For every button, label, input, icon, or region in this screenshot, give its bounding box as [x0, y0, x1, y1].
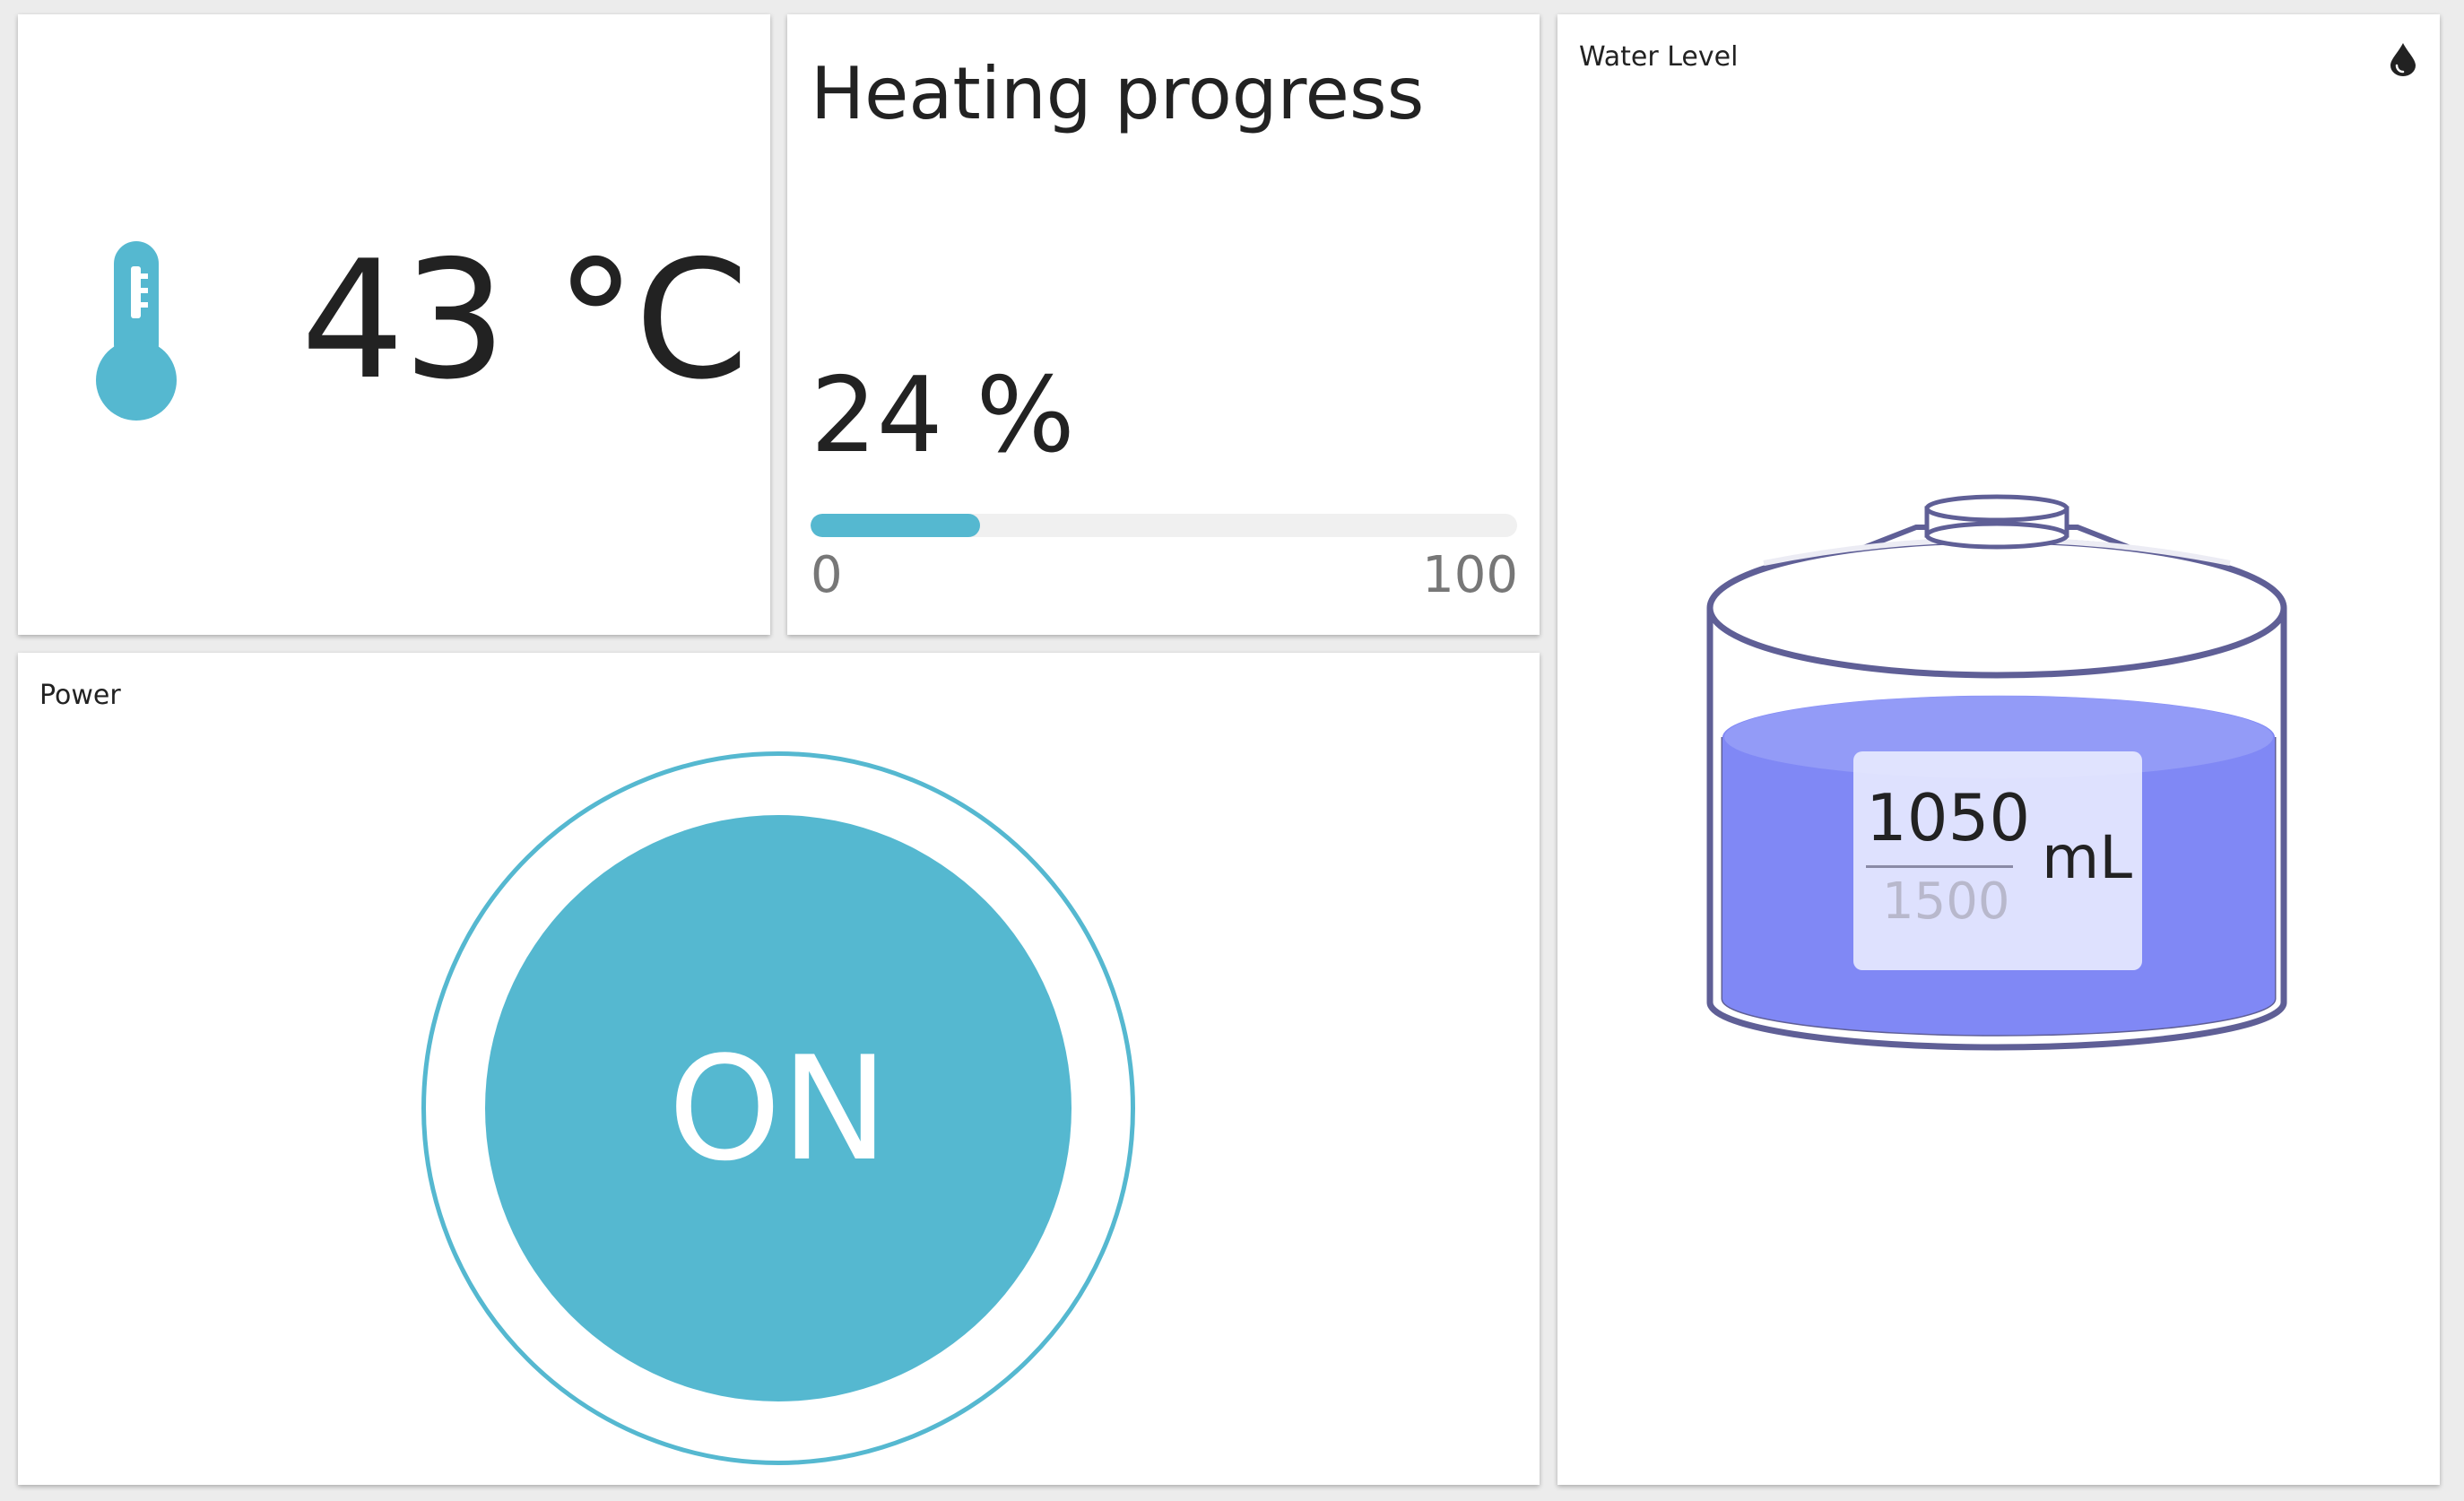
water-level-unit: mL	[2042, 823, 2133, 892]
temperature-card: 43 °C	[18, 14, 770, 635]
power-title: Power	[39, 680, 121, 711]
temperature-value: 43 °C	[300, 225, 749, 415]
water-level-max: 1500	[1882, 872, 2010, 931]
water-level-card: Water Level 1050 1500 mL	[1557, 14, 2440, 1485]
heating-progress-fill	[811, 514, 981, 537]
heating-progress-title: Heating progress	[811, 52, 1425, 135]
heating-progress-max: 100	[1422, 546, 1518, 604]
power-card: Power ON	[18, 653, 1540, 1485]
water-level-value: 1050	[1866, 780, 2031, 855]
thermometer-icon	[96, 241, 177, 421]
water-tank	[1706, 494, 2287, 1051]
heating-progress-min: 0	[811, 546, 843, 604]
heating-progress-bar	[811, 514, 1517, 537]
heating-progress-value: 24 %	[811, 355, 1075, 476]
water-level-readout: 1050 1500 mL	[1853, 751, 2142, 970]
water-level-divider	[1866, 865, 2013, 868]
heating-progress-card: Heating progress 24 % 0 100	[787, 14, 1540, 635]
power-toggle-button[interactable]: ON	[485, 815, 1071, 1401]
